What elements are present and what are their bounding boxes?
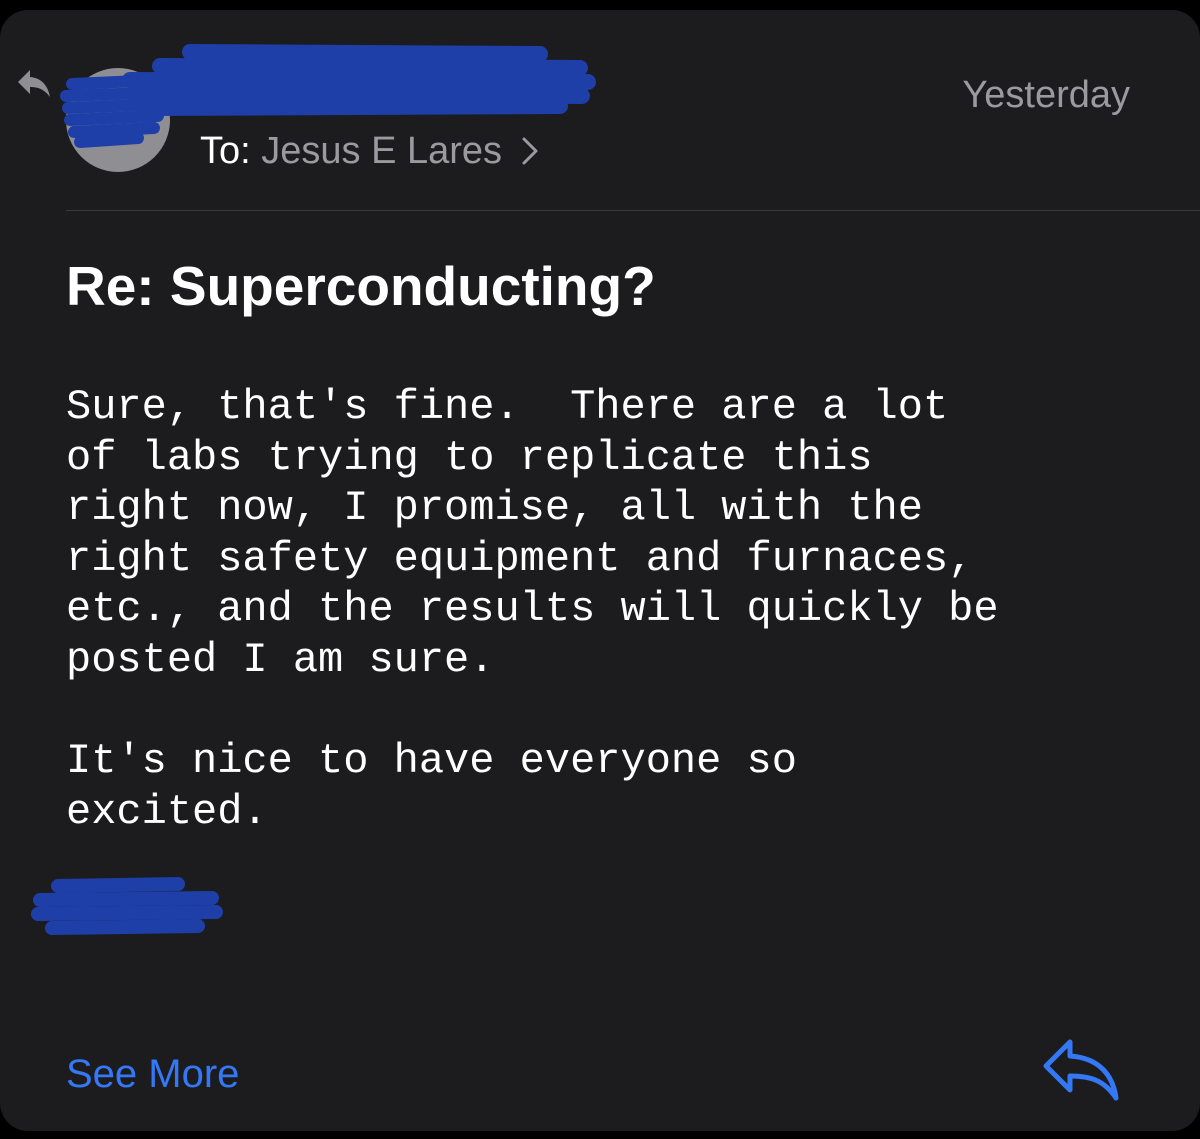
message-date: Yesterday bbox=[962, 74, 1130, 116]
see-more-link[interactable]: See More bbox=[66, 1050, 239, 1098]
body-paragraph: Sure, that's fine. There are a lot of la… bbox=[66, 383, 999, 684]
chevron-right-icon[interactable] bbox=[521, 136, 539, 166]
email-card: To: Jesus E Lares Yesterday Re: Supercon… bbox=[0, 10, 1200, 1131]
email-subject: Re: Superconducting? bbox=[66, 255, 656, 317]
header-divider bbox=[66, 210, 1200, 211]
sender-name-redaction-scribble bbox=[122, 44, 596, 116]
reply-icon[interactable] bbox=[1040, 1034, 1124, 1106]
recipient-row[interactable]: To: Jesus E Lares bbox=[200, 128, 539, 174]
email-body: Sure, that's fine. There are a lot of la… bbox=[66, 382, 1166, 837]
recipient-name[interactable]: Jesus E Lares bbox=[261, 130, 502, 172]
replied-indicator-icon bbox=[18, 70, 50, 97]
signature-redaction-scribble bbox=[31, 877, 223, 935]
body-paragraph: It's nice to have everyone so excited. bbox=[66, 737, 797, 836]
to-label: To: bbox=[200, 130, 251, 172]
